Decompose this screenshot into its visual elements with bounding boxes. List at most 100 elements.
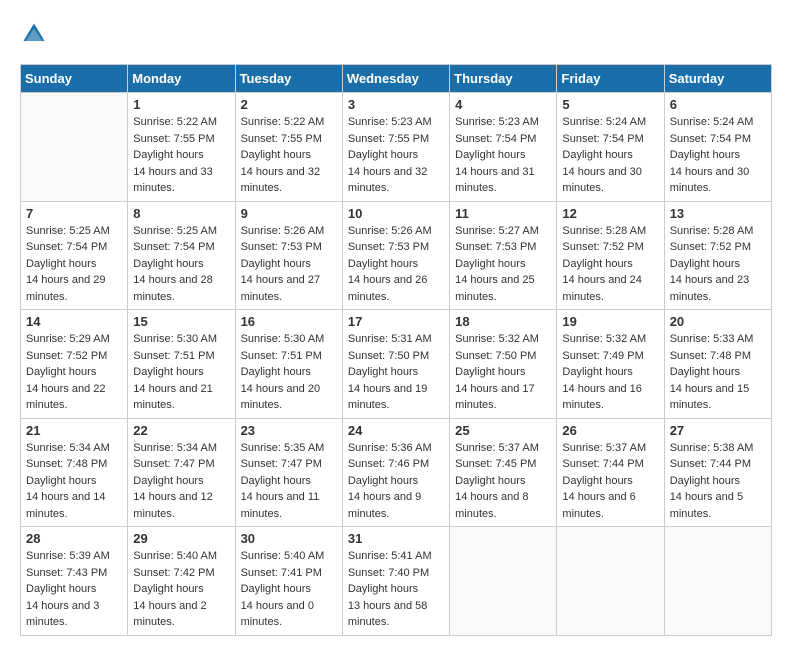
sunset-label: Sunset: 7:54 PM [455,133,536,145]
sunset-label: Sunset: 7:53 PM [455,241,536,253]
sunrise-label: Sunrise: 5:40 AM [241,550,325,562]
day-of-week-header: Thursday [450,65,557,93]
daylight-label: Daylight hours [562,366,632,378]
day-number: 12 [562,206,658,221]
calendar-day-cell: 28 Sunrise: 5:39 AM Sunset: 7:43 PM Dayl… [21,527,128,636]
day-info: Sunrise: 5:35 AM Sunset: 7:47 PM Dayligh… [241,440,337,523]
daylight-duration: 14 hours and 21 minutes. [133,383,213,412]
sunrise-label: Sunrise: 5:22 AM [241,116,325,128]
day-number: 10 [348,206,444,221]
daylight-duration: 14 hours and 22 minutes. [26,383,106,412]
daylight-label: Daylight hours [26,475,96,487]
daylight-label: Daylight hours [241,366,311,378]
calendar-day-cell: 3 Sunrise: 5:23 AM Sunset: 7:55 PM Dayli… [342,93,449,202]
day-number: 1 [133,97,229,112]
day-number: 24 [348,423,444,438]
sunrise-label: Sunrise: 5:39 AM [26,550,110,562]
calendar-day-cell: 4 Sunrise: 5:23 AM Sunset: 7:54 PM Dayli… [450,93,557,202]
day-info: Sunrise: 5:23 AM Sunset: 7:55 PM Dayligh… [348,114,444,197]
day-number: 26 [562,423,658,438]
calendar-day-cell: 11 Sunrise: 5:27 AM Sunset: 7:53 PM Dayl… [450,201,557,310]
sunrise-label: Sunrise: 5:30 AM [241,333,325,345]
day-number: 23 [241,423,337,438]
day-info: Sunrise: 5:26 AM Sunset: 7:53 PM Dayligh… [241,223,337,306]
daylight-label: Daylight hours [26,366,96,378]
day-info: Sunrise: 5:39 AM Sunset: 7:43 PM Dayligh… [26,548,122,631]
sunset-label: Sunset: 7:54 PM [562,133,643,145]
day-of-week-header: Friday [557,65,664,93]
daylight-label: Daylight hours [455,475,525,487]
sunrise-label: Sunrise: 5:32 AM [562,333,646,345]
calendar-day-cell: 10 Sunrise: 5:26 AM Sunset: 7:53 PM Dayl… [342,201,449,310]
daylight-duration: 14 hours and 28 minutes. [133,274,213,303]
sunset-label: Sunset: 7:51 PM [241,350,322,362]
sunrise-label: Sunrise: 5:41 AM [348,550,432,562]
calendar-week-row: 7 Sunrise: 5:25 AM Sunset: 7:54 PM Dayli… [21,201,772,310]
day-info: Sunrise: 5:40 AM Sunset: 7:42 PM Dayligh… [133,548,229,631]
day-number: 15 [133,314,229,329]
day-number: 20 [670,314,766,329]
daylight-label: Daylight hours [133,583,203,595]
sunrise-label: Sunrise: 5:25 AM [26,225,110,237]
daylight-duration: 14 hours and 2 minutes. [133,600,206,629]
days-of-week-row: SundayMondayTuesdayWednesdayThursdayFrid… [21,65,772,93]
sunset-label: Sunset: 7:43 PM [26,567,107,579]
sunrise-label: Sunrise: 5:28 AM [670,225,754,237]
daylight-duration: 14 hours and 11 minutes. [241,491,320,520]
daylight-label: Daylight hours [241,149,311,161]
day-number: 27 [670,423,766,438]
daylight-duration: 14 hours and 29 minutes. [26,274,106,303]
day-info: Sunrise: 5:41 AM Sunset: 7:40 PM Dayligh… [348,548,444,631]
day-info: Sunrise: 5:28 AM Sunset: 7:52 PM Dayligh… [670,223,766,306]
sunset-label: Sunset: 7:41 PM [241,567,322,579]
calendar-table: SundayMondayTuesdayWednesdayThursdayFrid… [20,64,772,636]
sunrise-label: Sunrise: 5:24 AM [562,116,646,128]
daylight-duration: 14 hours and 31 minutes. [455,166,535,195]
sunset-label: Sunset: 7:48 PM [26,458,107,470]
day-number: 3 [348,97,444,112]
daylight-label: Daylight hours [348,583,418,595]
sunset-label: Sunset: 7:54 PM [670,133,751,145]
day-of-week-header: Tuesday [235,65,342,93]
day-number: 4 [455,97,551,112]
day-info: Sunrise: 5:23 AM Sunset: 7:54 PM Dayligh… [455,114,551,197]
sunset-label: Sunset: 7:52 PM [26,350,107,362]
sunset-label: Sunset: 7:55 PM [133,133,214,145]
day-of-week-header: Monday [128,65,235,93]
logo [20,20,52,48]
daylight-label: Daylight hours [455,149,525,161]
sunrise-label: Sunrise: 5:37 AM [455,442,539,454]
daylight-duration: 14 hours and 0 minutes. [241,600,314,629]
sunset-label: Sunset: 7:40 PM [348,567,429,579]
sunset-label: Sunset: 7:54 PM [133,241,214,253]
sunrise-label: Sunrise: 5:23 AM [348,116,432,128]
calendar-day-cell [557,527,664,636]
daylight-label: Daylight hours [133,366,203,378]
day-info: Sunrise: 5:37 AM Sunset: 7:45 PM Dayligh… [455,440,551,523]
day-info: Sunrise: 5:26 AM Sunset: 7:53 PM Dayligh… [348,223,444,306]
daylight-label: Daylight hours [348,258,418,270]
day-info: Sunrise: 5:32 AM Sunset: 7:50 PM Dayligh… [455,331,551,414]
daylight-label: Daylight hours [670,258,740,270]
daylight-label: Daylight hours [562,149,632,161]
daylight-label: Daylight hours [348,366,418,378]
day-number: 22 [133,423,229,438]
sunset-label: Sunset: 7:52 PM [670,241,751,253]
page-header [20,20,772,48]
daylight-duration: 14 hours and 30 minutes. [670,166,750,195]
calendar-day-cell: 21 Sunrise: 5:34 AM Sunset: 7:48 PM Dayl… [21,418,128,527]
day-number: 14 [26,314,122,329]
calendar-day-cell: 1 Sunrise: 5:22 AM Sunset: 7:55 PM Dayli… [128,93,235,202]
daylight-duration: 14 hours and 26 minutes. [348,274,428,303]
daylight-duration: 14 hours and 32 minutes. [348,166,428,195]
calendar-day-cell: 24 Sunrise: 5:36 AM Sunset: 7:46 PM Dayl… [342,418,449,527]
daylight-label: Daylight hours [133,258,203,270]
daylight-duration: 14 hours and 17 minutes. [455,383,535,412]
calendar-day-cell: 25 Sunrise: 5:37 AM Sunset: 7:45 PM Dayl… [450,418,557,527]
sunrise-label: Sunrise: 5:35 AM [241,442,325,454]
sunrise-label: Sunrise: 5:23 AM [455,116,539,128]
calendar-day-cell: 29 Sunrise: 5:40 AM Sunset: 7:42 PM Dayl… [128,527,235,636]
daylight-duration: 14 hours and 23 minutes. [670,274,750,303]
daylight-duration: 14 hours and 20 minutes. [241,383,321,412]
calendar-day-cell: 18 Sunrise: 5:32 AM Sunset: 7:50 PM Dayl… [450,310,557,419]
